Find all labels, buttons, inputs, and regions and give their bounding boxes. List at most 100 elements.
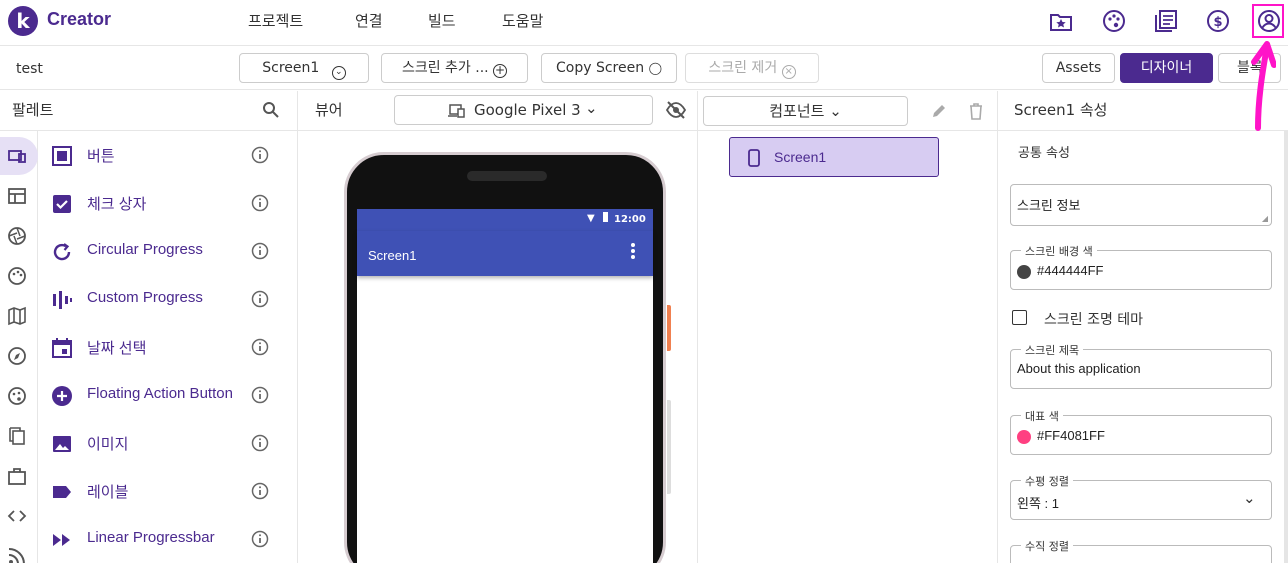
background-color-value: #444444FF	[1037, 263, 1104, 278]
palette-item-label: 레이블	[87, 484, 129, 501]
palette-item-circular-progress[interactable]: Circular Progress	[38, 227, 297, 275]
resize-handle-icon[interactable]: ◢	[1262, 214, 1268, 223]
docs-icon[interactable]	[1153, 8, 1179, 34]
image-icon	[53, 436, 71, 452]
background-color-field[interactable]: 스크린 배경 색 #444444FF	[1010, 243, 1272, 290]
account-icon[interactable]	[1256, 8, 1282, 34]
palette-item-label: Linear Progressbar	[87, 529, 215, 546]
storage-category-icon[interactable]	[7, 426, 27, 446]
screen-title-field[interactable]: 스크린 제목 About this application	[1010, 342, 1272, 389]
drawing-category-icon[interactable]	[7, 266, 27, 286]
status-bar: ▼ 12:00	[357, 209, 653, 231]
visibility-off-icon[interactable]	[665, 100, 687, 120]
add-screen-label: 스크린 추가 ...	[401, 60, 489, 76]
align-horizontal-select[interactable]: 수평 정렬 왼쪽 : 1 ⌄	[1010, 473, 1272, 520]
menu-project[interactable]: 프로젝트	[248, 10, 303, 31]
delete-icon[interactable]	[968, 102, 984, 120]
info-icon[interactable]	[251, 242, 269, 260]
info-icon[interactable]	[251, 290, 269, 308]
menu-help[interactable]: 도움말	[502, 10, 543, 31]
palette-title: 팔레트	[12, 101, 54, 119]
theme-checkbox[interactable]	[1012, 310, 1027, 325]
menu-build[interactable]: 빌드	[428, 10, 456, 31]
media-category-icon[interactable]	[7, 226, 27, 246]
info-icon[interactable]	[251, 434, 269, 452]
screen-title-value: About this application	[1017, 361, 1141, 376]
divider	[697, 91, 698, 563]
remove-screen-button[interactable]: 스크린 제거 ×	[685, 53, 819, 83]
palette-item-date-picker[interactable]: 날짜 선택	[38, 323, 297, 371]
palette-item-custom-progress[interactable]: Custom Progress	[38, 275, 297, 323]
palette-item-linear-progressbar[interactable]: Linear Progressbar	[38, 515, 297, 563]
wifi-icon: ▼	[587, 213, 595, 224]
info-icon[interactable]	[251, 530, 269, 548]
palette-item-floating-action-button[interactable]: Floating Action Button	[38, 371, 297, 419]
palette-item-label: 버튼	[87, 148, 115, 165]
project-name: test	[16, 61, 43, 77]
align-horizontal-value: 왼쪽 : 1	[1017, 496, 1059, 511]
info-icon[interactable]	[251, 146, 269, 164]
dollar-icon[interactable]: $	[1205, 8, 1231, 34]
palette-item-label: Floating Action Button	[87, 385, 233, 402]
device-select[interactable]: Google Pixel 3 ⌄	[394, 95, 653, 125]
remove-screen-label: 스크린 제거	[708, 60, 778, 76]
palette-item-label: 날짜 선택	[87, 340, 147, 357]
properties-scrollbar[interactable]	[1284, 131, 1288, 563]
chevron-circle-icon: ⌄	[331, 66, 346, 80]
logo-icon[interactable]: k	[8, 6, 38, 36]
info-icon[interactable]	[251, 386, 269, 404]
align-horizontal-label: 수평 정렬	[1021, 473, 1073, 489]
code-category-icon[interactable]	[7, 506, 27, 526]
layout-category-icon[interactable]	[7, 186, 27, 206]
components-dropdown[interactable]: 컴포넌트 ⌄	[703, 96, 908, 126]
palette-item-checkbox[interactable]: 체크 상자	[38, 179, 297, 227]
palette-item-label[interactable]: 레이블	[38, 467, 297, 515]
connectivity-category-icon[interactable]	[7, 466, 27, 486]
chevron-down-icon: ⌄	[1243, 489, 1256, 507]
checkbox-icon	[53, 195, 71, 213]
project-star-icon[interactable]	[1048, 8, 1074, 34]
about-screen-field[interactable]: 스크린 정보 ◢	[1010, 184, 1272, 226]
palette-header: 팔레트	[0, 91, 297, 131]
rss-category-icon[interactable]	[7, 546, 27, 563]
screen-select[interactable]: Screen1 ⌄	[239, 53, 369, 83]
copy-screen-button[interactable]: Copy Screen ◯	[541, 53, 677, 83]
app-name[interactable]: Creator	[47, 9, 111, 30]
accent-color-swatch[interactable]	[1017, 430, 1031, 444]
screen-title: Screen1	[368, 248, 417, 263]
menu-connect[interactable]: 연결	[355, 10, 383, 31]
palette-icon[interactable]	[1101, 8, 1127, 34]
top-bar: k Creator 프로젝트 연결 빌드 도움말 $	[0, 0, 1288, 46]
search-icon[interactable]	[262, 101, 280, 119]
align-vertical-select[interactable]: 수직 정렬	[1010, 538, 1272, 563]
edit-icon[interactable]	[930, 102, 948, 120]
info-icon[interactable]	[251, 194, 269, 212]
background-color-swatch[interactable]	[1017, 265, 1031, 279]
accent-color-field[interactable]: 대표 색 #FF4081FF	[1010, 408, 1272, 455]
sensors-category-icon[interactable]	[7, 346, 27, 366]
palette-item-label: Circular Progress	[87, 241, 203, 258]
power-button	[667, 305, 671, 351]
info-icon[interactable]	[251, 338, 269, 356]
svg-text:$: $	[1213, 15, 1222, 30]
add-screen-button[interactable]: 스크린 추가 ... +	[381, 53, 528, 83]
accent-color-value: #FF4081FF	[1037, 428, 1105, 443]
chevron-down-icon: ⌄	[585, 99, 598, 117]
component-tree-item-screen1[interactable]: Screen1	[729, 137, 939, 177]
linear-progress-icon	[53, 534, 70, 546]
map-category-icon[interactable]	[7, 306, 27, 326]
battery-icon	[603, 212, 608, 222]
info-icon[interactable]	[251, 482, 269, 500]
fab-icon	[52, 386, 72, 406]
palette-item-label: 체크 상자	[87, 196, 147, 213]
designer-button[interactable]: 디자이너	[1120, 53, 1213, 83]
social-category-icon[interactable]	[7, 386, 27, 406]
user-interface-category-icon[interactable]	[7, 146, 27, 166]
palette-item-button[interactable]: 버튼	[38, 131, 297, 179]
screen-title-label: 스크린 제목	[1021, 342, 1084, 358]
viewer-header: 뷰어 Google Pixel 3 ⌄	[298, 91, 697, 131]
circular-progress-icon	[53, 243, 71, 261]
annotation-arrow-icon	[1251, 41, 1276, 131]
assets-button[interactable]: Assets	[1042, 53, 1115, 83]
palette-item-image[interactable]: 이미지	[38, 419, 297, 467]
